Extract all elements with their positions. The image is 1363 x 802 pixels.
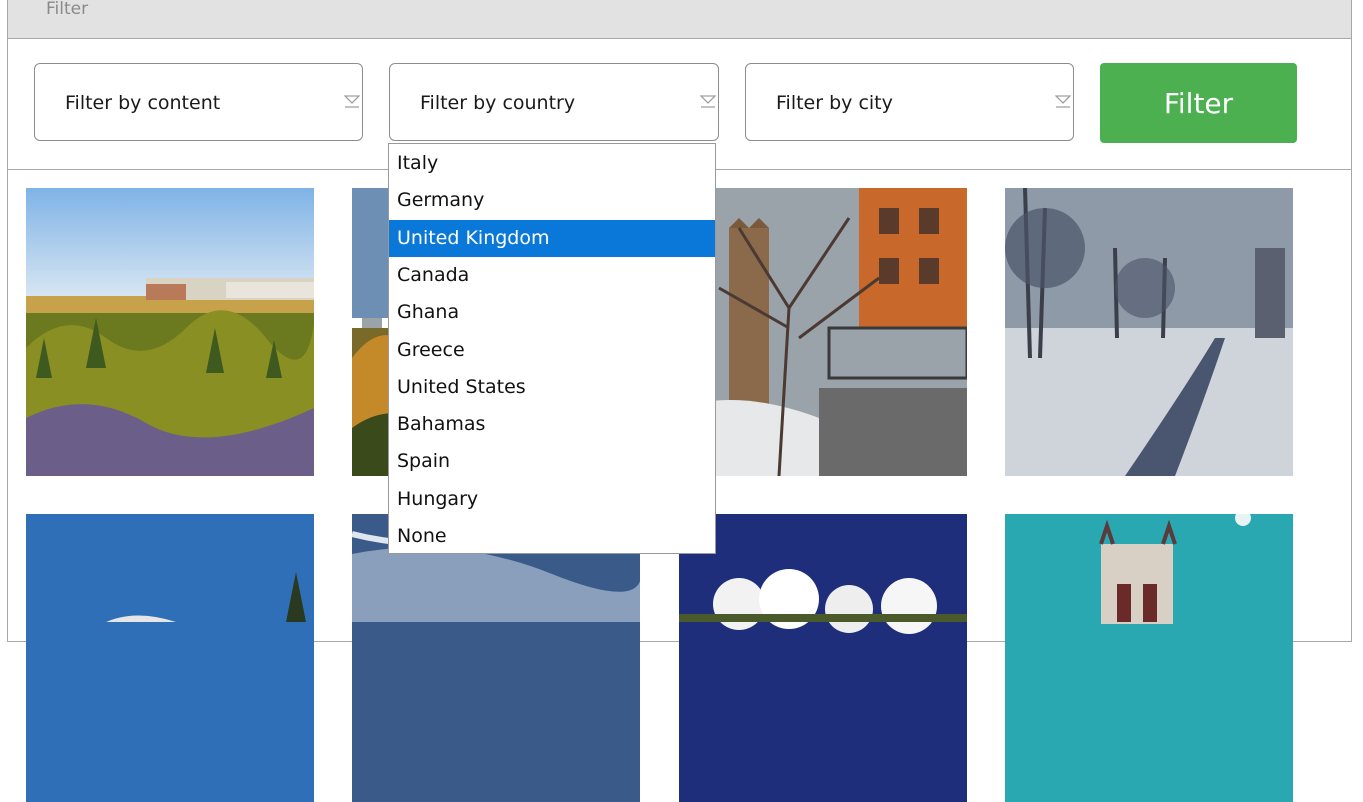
gallery-image[interactable] xyxy=(26,188,314,476)
city-filter-select[interactable]: Filter by city xyxy=(745,63,1074,141)
dropdown-option[interactable]: United Kingdom xyxy=(389,220,715,257)
dropdown-option[interactable]: Greece xyxy=(389,332,715,369)
dropdown-option[interactable]: Italy xyxy=(389,145,715,182)
dropdown-option[interactable]: Germany xyxy=(389,182,715,219)
country-dropdown-list: Italy Germany United Kingdom Canada Ghana Gre… xyxy=(388,143,716,554)
chevron-down-icon xyxy=(344,95,360,108)
chevron-down-icon xyxy=(1055,95,1071,108)
country-filter-label: Filter by country xyxy=(420,92,576,114)
gallery-image[interactable] xyxy=(1005,188,1293,476)
gallery-image[interactable] xyxy=(679,188,967,476)
gallery-image[interactable] xyxy=(352,514,640,802)
city-filter-label: Filter by city xyxy=(776,92,893,114)
gallery-image[interactable] xyxy=(1005,514,1293,802)
dropdown-option[interactable]: Spain xyxy=(389,443,715,480)
country-filter-select[interactable]: Filter by country xyxy=(389,63,719,141)
dropdown-option[interactable]: None xyxy=(389,518,715,555)
dropdown-option[interactable]: Hungary xyxy=(389,481,715,518)
dropdown-option[interactable]: Canada xyxy=(389,257,715,294)
content-filter-label: Filter by content xyxy=(65,92,221,114)
gallery-image[interactable] xyxy=(679,514,967,802)
filter-button[interactable]: Filter xyxy=(1100,63,1297,143)
content-filter-select[interactable]: Filter by content xyxy=(34,63,363,141)
chevron-down-icon xyxy=(700,95,716,108)
panel-header: Filter xyxy=(8,0,1351,39)
dropdown-option[interactable]: Bahamas xyxy=(389,406,715,443)
dropdown-option[interactable]: Ghana xyxy=(389,294,715,331)
gallery-image[interactable] xyxy=(26,514,314,802)
panel-title: Filter xyxy=(46,0,89,19)
dropdown-option[interactable]: United States xyxy=(389,369,715,406)
